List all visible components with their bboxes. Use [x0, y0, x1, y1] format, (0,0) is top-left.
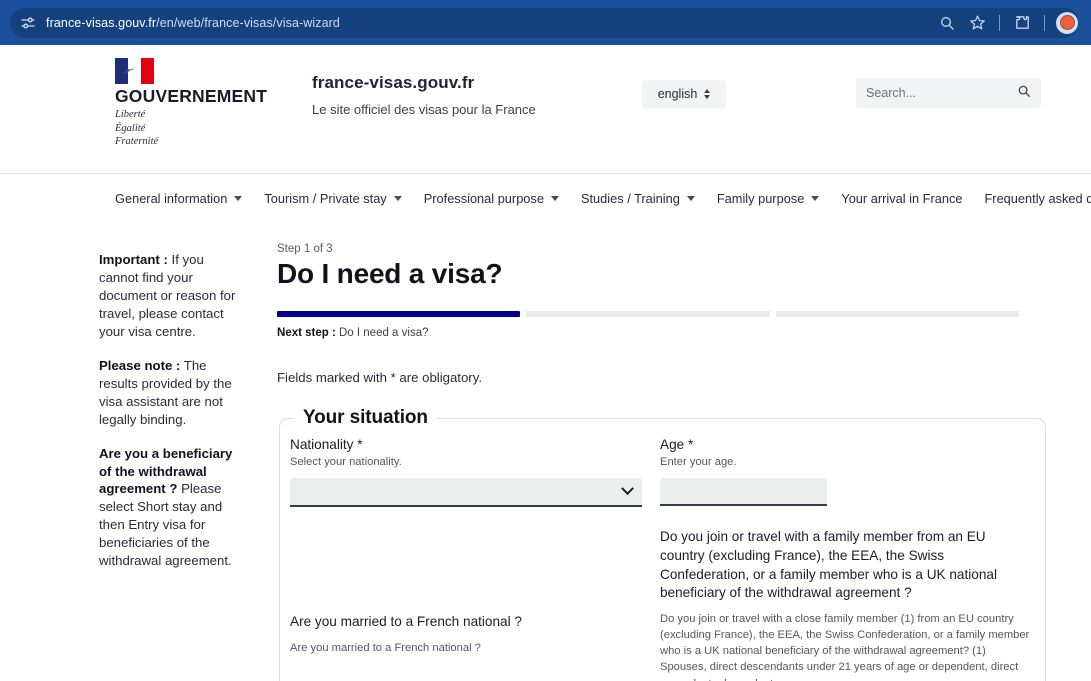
nav-item-your-arrival-in-france[interactable]: Your arrival in France — [841, 191, 962, 206]
your-situation-fieldset: Your situation Nationality * Select your… — [279, 407, 1046, 681]
next-step-label: Next step : — [277, 327, 336, 339]
chevron-down-icon — [621, 482, 634, 495]
progress-segment-3 — [776, 311, 1019, 317]
search-box[interactable]: Search... — [856, 78, 1041, 108]
motto-line-2: Égalité — [115, 122, 275, 135]
nav-item-studies-training[interactable]: Studies / Training — [581, 191, 695, 206]
sidebar-note-important: Important : If you cannot find your docu… — [99, 251, 247, 341]
url-domain: france-visas.gouv.fr — [46, 16, 156, 30]
nav-label: Tourism / Private stay — [264, 191, 386, 206]
next-step-line: Next step : Do I need a visa? — [277, 327, 1019, 339]
obligatory-fields-note: Fields marked with * are obligatory. — [277, 370, 1019, 385]
main-navigation: General information Tourism / Private st… — [0, 173, 1091, 223]
sidebar-note-important-label: Important : — [99, 252, 168, 267]
motto-line-1: Liberté — [115, 108, 275, 121]
nationality-select[interactable] — [290, 478, 642, 507]
eu-family-question: Do you join or travel with a family memb… — [660, 528, 1030, 603]
sidebar-notes: Important : If you cannot find your docu… — [99, 251, 247, 586]
site-title: france-visas.gouv.fr — [312, 73, 536, 93]
fieldset-legend: Your situation — [294, 407, 437, 429]
url-text: france-visas.gouv.fr/en/web/france-visas… — [46, 16, 340, 30]
chevron-down-icon — [811, 196, 819, 201]
toolbar-divider-2 — [1044, 15, 1045, 31]
government-wordmark: GOUVERNEMENT — [115, 87, 275, 105]
form-column-left: Nationality * Select your nationality. A… — [290, 437, 660, 681]
chevron-down-icon — [394, 196, 402, 201]
progress-segment-2 — [526, 311, 769, 317]
next-step-value: Do I need a visa? — [336, 327, 429, 339]
nationality-hint: Select your nationality. — [290, 456, 642, 468]
age-label: Age * — [660, 437, 1030, 452]
french-spouse-question: Are you married to a French national ? — [290, 613, 642, 632]
form-grid: Nationality * Select your nationality. A… — [280, 429, 1045, 681]
avatar-image — [1060, 15, 1075, 30]
address-bar[interactable]: france-visas.gouv.fr/en/web/france-visas… — [10, 8, 1079, 38]
search-input[interactable]: Search... — [866, 86, 1017, 100]
left-column-spacer — [290, 507, 642, 613]
nav-item-professional-purpose[interactable]: Professional purpose — [424, 191, 559, 206]
sidebar-note-please-note-label: Please note : — [99, 358, 180, 373]
page-title: Do I need a visa? — [277, 258, 1019, 290]
nav-items: General information Tourism / Private st… — [115, 174, 1091, 223]
chevron-down-icon — [687, 196, 695, 201]
nav-item-frequently-asked-questions[interactable]: Frequently asked questions — [984, 191, 1091, 206]
french-flag-icon — [115, 58, 154, 84]
browser-toolbar-actions — [933, 0, 1081, 45]
language-selector[interactable]: english — [642, 80, 726, 108]
nav-label: Your arrival in France — [841, 191, 962, 206]
nationality-label: Nationality * — [290, 437, 642, 452]
extensions-puzzle-icon[interactable] — [1008, 9, 1036, 37]
language-value: english — [658, 87, 698, 101]
age-input[interactable] — [660, 478, 827, 506]
motto-line-3: Fraternité — [115, 135, 275, 148]
republic-motto: Liberté Égalité Fraternité — [115, 108, 275, 148]
eu-family-hint: Do you join or travel with a close famil… — [660, 611, 1030, 681]
nav-label: Studies / Training — [581, 191, 680, 206]
browser-chrome: france-visas.gouv.fr/en/web/france-visas… — [0, 0, 1091, 45]
nav-label: Frequently asked questions — [984, 191, 1091, 206]
french-spouse-hint: Are you married to a French national ? — [290, 640, 642, 656]
chevron-down-icon — [551, 196, 559, 201]
sidebar-note-please-note: Please note : The results provided by th… — [99, 357, 247, 429]
profile-avatar[interactable] — [1053, 9, 1081, 37]
sidebar-note-withdrawal-agreement: Are you a beneficiary of the withdrawal … — [99, 445, 247, 571]
toolbar-divider — [999, 15, 1000, 31]
step-indicator: Step 1 of 3 — [277, 243, 1019, 255]
page-body: Important : If you cannot find your docu… — [0, 223, 1091, 678]
site-header: GOUVERNEMENT Liberté Égalité Fraternité … — [0, 45, 1091, 173]
sort-arrows-icon — [704, 89, 710, 99]
form-column-right: Age * Enter your age. Do you join or tra… — [660, 437, 1030, 681]
nav-label: Professional purpose — [424, 191, 544, 206]
site-branding[interactable]: france-visas.gouv.fr Le site officiel de… — [312, 73, 536, 117]
age-hint: Enter your age. — [660, 456, 1030, 468]
progress-segment-1 — [277, 311, 520, 317]
site-subtitle: Le site officiel des visas pour la Franc… — [312, 102, 536, 117]
main-content: Step 1 of 3 Do I need a visa? Next step … — [277, 243, 1019, 681]
nav-label: General information — [115, 191, 227, 206]
search-icon[interactable] — [933, 9, 961, 37]
bookmark-star-icon[interactable] — [963, 9, 991, 37]
nav-item-general-information[interactable]: General information — [115, 191, 242, 206]
government-logo[interactable]: GOUVERNEMENT Liberté Égalité Fraternité — [115, 58, 275, 149]
nav-item-tourism-private-stay[interactable]: Tourism / Private stay — [264, 191, 401, 206]
chevron-down-icon — [234, 196, 242, 201]
progress-bar — [277, 311, 1019, 317]
nav-label: Family purpose — [717, 191, 804, 206]
url-path: /en/web/france-visas/visa-wizard — [156, 16, 340, 30]
search-icon[interactable] — [1017, 84, 1031, 103]
nav-item-family-purpose[interactable]: Family purpose — [717, 191, 819, 206]
tune-icon[interactable] — [18, 13, 38, 33]
avatar — [1056, 12, 1078, 34]
